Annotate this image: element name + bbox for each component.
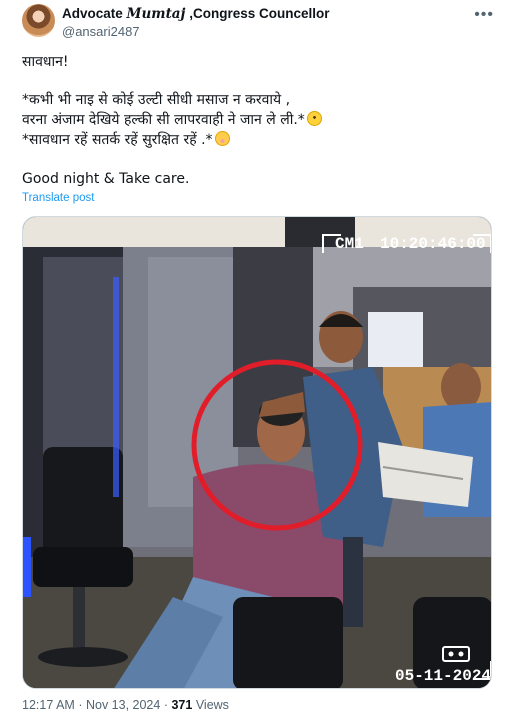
tweet-line-3: वरना अंजाम देखिये हल्की सी लापरवाही ने ज…	[22, 110, 492, 130]
cctv-frame: CM1 10:20:46:00 05-11-2024	[23, 217, 491, 688]
more-horizontal-icon[interactable]: •••	[474, 6, 494, 24]
display-name-suffix: ,Congress Councellor	[185, 6, 330, 21]
avatar[interactable]	[22, 4, 55, 37]
tweet-meta: 12:17 AM · Nov 13, 2024 · 371 Views	[22, 698, 229, 712]
author-names[interactable]: Advocate Mumtaj ,Congress Councellor @an…	[62, 6, 329, 39]
user-handle[interactable]: @ansari2487	[62, 24, 329, 39]
views-label: Views	[195, 698, 229, 712]
tweet-line-2: *कभी भी नाइ से कोई उल्टी सीधी मसाज न करव…	[22, 92, 291, 108]
tweet-line-3-text: वरना अंजाम देखिये हल्की सी लापरवाही ने ज…	[22, 112, 305, 128]
tweet-line-4: *सावधान रहें सतर्क रहें सुरक्षित रहें .*	[22, 130, 492, 150]
tweet-line-1: सावधान!	[22, 54, 69, 70]
meta-separator: ·	[78, 698, 83, 712]
flushed-face-icon	[214, 131, 230, 146]
translate-post-link[interactable]: Translate post	[22, 192, 94, 204]
tweet-header: Advocate Mumtaj ,Congress Councellor @an…	[22, 4, 502, 44]
views-count: 371	[171, 698, 193, 712]
tweet-date[interactable]: Nov 13, 2024	[86, 698, 160, 712]
face-screaming-in-fear-icon	[306, 111, 322, 126]
cctv-camera-label: CM1	[335, 235, 364, 253]
display-name-prefix: Advocate	[62, 6, 127, 21]
tweet-line-4-text: *सावधान रहें सतर्क रहें सुरक्षित रहें .*	[22, 132, 213, 148]
tweet-text: सावधान! *कभी भी नाइ से कोई उल्टी सीधी मस…	[22, 52, 492, 189]
tweet-time[interactable]: 12:17 AM	[22, 698, 75, 712]
cctv-timestamp: 10:20:46:00	[380, 235, 486, 253]
tweet-line-5: Good night & Take care.	[22, 171, 190, 187]
meta-separator-2: ·	[163, 698, 168, 712]
cctv-date: 05-11-2024	[395, 667, 491, 685]
tweet: Advocate Mumtaj ,Congress Councellor @an…	[0, 0, 517, 718]
display-name-fancy: Mumtaj	[126, 6, 186, 22]
video-media[interactable]: CM1 10:20:46:00 05-11-2024	[22, 216, 492, 689]
display-name[interactable]: Advocate Mumtaj ,Congress Councellor	[62, 6, 329, 22]
